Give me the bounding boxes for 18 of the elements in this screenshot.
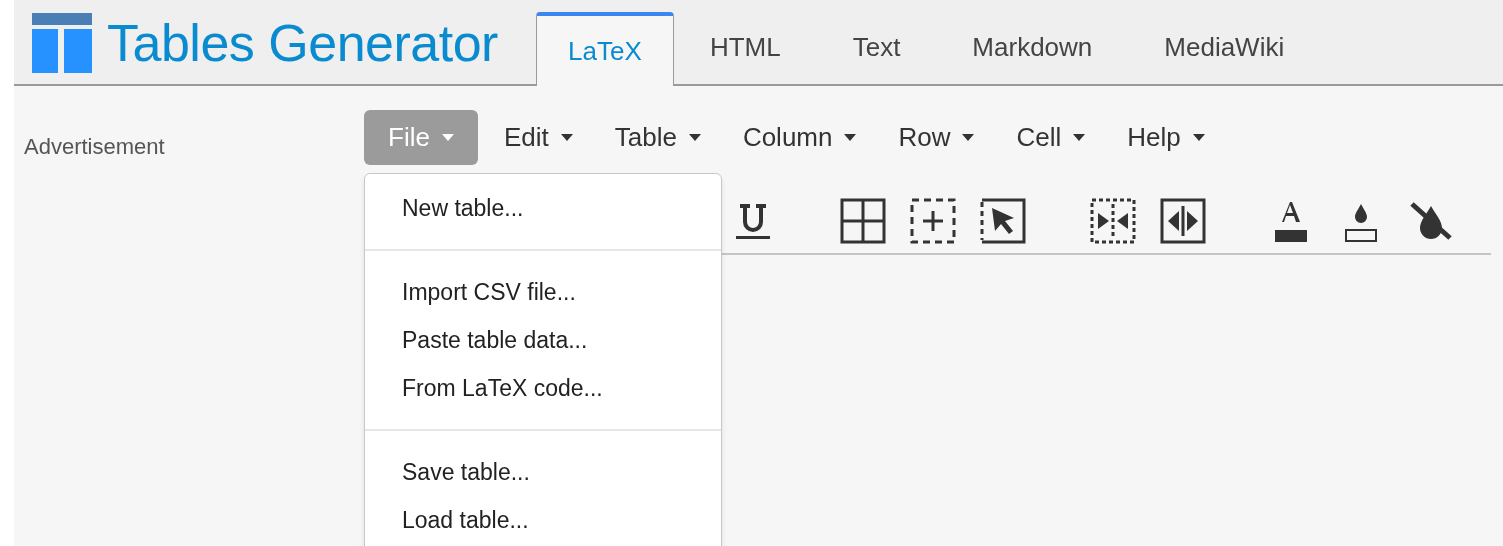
tab[interactable]: MediaWiki <box>1128 10 1321 84</box>
menu-button[interactable]: Table <box>596 110 719 165</box>
menu-button[interactable]: Cell <box>998 110 1104 165</box>
menu-item[interactable]: Paste table data... <box>365 316 721 364</box>
menu-button[interactable]: Row <box>880 110 993 165</box>
menu-button[interactable]: Column <box>724 110 875 165</box>
menu-item[interactable]: Save table... <box>365 448 721 496</box>
menu-item[interactable]: Load table... <box>365 496 721 544</box>
tab[interactable]: HTML <box>673 10 817 84</box>
menu-item[interactable]: From LaTeX code... <box>365 364 721 412</box>
menu-item[interactable]: New table... <box>365 184 721 232</box>
tab[interactable]: Text <box>816 10 937 84</box>
menu-item[interactable]: Import CSV file... <box>365 268 721 316</box>
menu-button[interactable]: Help <box>1109 110 1223 165</box>
advertisement-label: Advertisement <box>24 134 165 159</box>
app-title: Tables Generator <box>107 17 498 69</box>
menu-button[interactable]: Edit <box>485 110 591 165</box>
tab[interactable]: Markdown <box>936 10 1129 84</box>
